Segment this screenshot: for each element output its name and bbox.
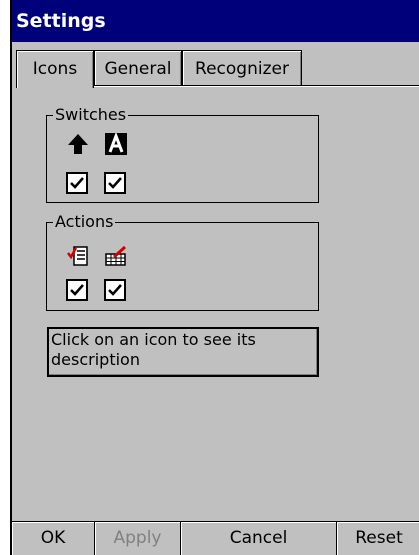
tab-general[interactable]: General — [94, 50, 182, 86]
window-title: Settings — [12, 0, 419, 42]
actions-group: Actions — [46, 212, 319, 311]
cancel-button[interactable]: Cancel — [180, 522, 336, 555]
switches-group: Switches — [46, 105, 319, 203]
keyboard-pencil-icon[interactable] — [105, 245, 127, 267]
shift-arrow-icon[interactable] — [67, 133, 89, 155]
actions-checkbox-checklist[interactable] — [66, 279, 88, 301]
tab-recognizer[interactable]: Recognizer — [182, 50, 302, 86]
actions-group-title: Actions — [53, 212, 116, 232]
tab-icons[interactable]: Icons — [16, 50, 94, 88]
actions-checkbox-keyboard[interactable] — [104, 279, 126, 301]
icon-description-box: Click on an icon to see its description — [47, 327, 319, 377]
switches-checkbox-shift[interactable] — [66, 172, 88, 194]
tab-divider-highlight — [94, 86, 419, 87]
button-bar: OK Apply Cancel Reset — [12, 521, 419, 555]
apply-button[interactable]: Apply — [94, 522, 180, 555]
ok-button[interactable]: OK — [12, 522, 94, 555]
reset-button[interactable]: Reset — [336, 522, 419, 555]
tab-strip: Icons General Recognizer — [12, 50, 419, 88]
checklist-icon[interactable] — [67, 245, 89, 267]
caps-a-icon[interactable] — [105, 131, 127, 155]
switches-group-title: Switches — [53, 105, 129, 125]
settings-window: Settings Icons General Recognizer Switch… — [10, 0, 419, 555]
switches-checkbox-caps[interactable] — [104, 172, 126, 194]
